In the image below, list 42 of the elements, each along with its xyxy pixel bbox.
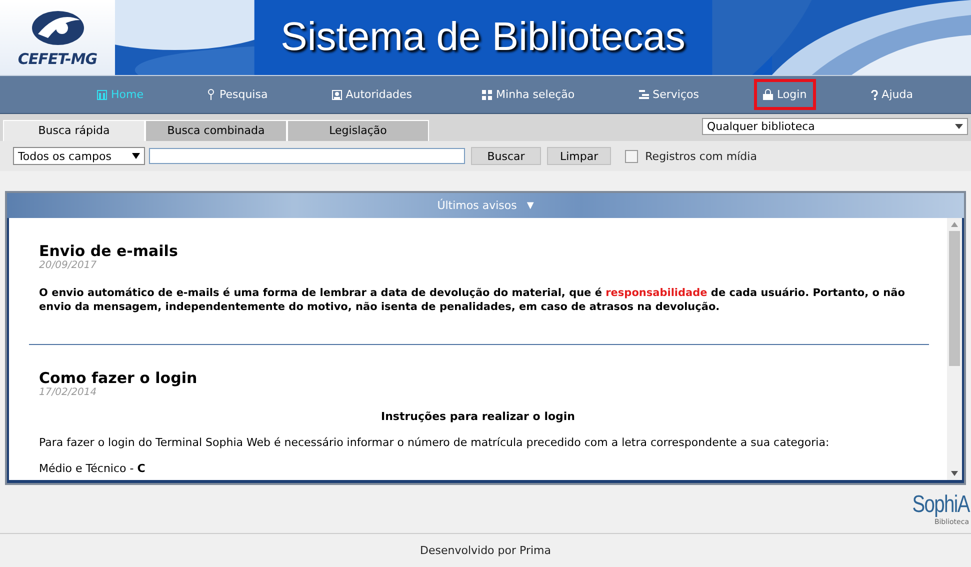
search-tab[interactable]: Busca combinada <box>145 120 287 141</box>
notice-text: Para fazer o login do Terminal Sophia Web é necessário informar o número de matrícula precedido com a letra correspondente a sua categoria: <box>39 436 830 450</box>
library-dropdown[interactable]: Qualquer biblioteca <box>702 118 968 135</box>
caret-icon <box>955 124 963 129</box>
search-field[interactable] <box>149 148 465 164</box>
nav-link[interactable]: Minha seleção <box>473 79 584 110</box>
grid-icon <box>482 90 492 100</box>
nav-link[interactable]: Login <box>754 79 816 110</box>
notice-text: Médio e Técnico - C <box>39 462 146 476</box>
collapse-toggle[interactable]: ▼ <box>526 200 534 210</box>
scroll-up-icon[interactable] <box>951 222 958 227</box>
nav-link[interactable]: Ajuda <box>862 79 922 110</box>
home-icon <box>97 90 107 100</box>
nav-link[interactable]: Serviços <box>630 79 708 110</box>
footer-text: Desenvolvido por Prima <box>420 544 551 557</box>
scrollbar[interactable] <box>947 218 962 480</box>
person-icon <box>332 90 342 100</box>
pin-icon <box>207 89 216 100</box>
checkbox-label: Registros com mídia <box>645 150 757 162</box>
nav-link[interactable]: Pesquisa <box>198 79 277 110</box>
search-button[interactable]: Limpar <box>547 147 612 165</box>
logo-text: CEFET-MG <box>18 50 98 68</box>
field-dropdown[interactable]: Todos os campos <box>13 147 145 165</box>
list-icon <box>638 90 649 99</box>
notice-date: 17/02/2014 <box>39 387 98 398</box>
search-tab[interactable]: Busca rápida <box>3 120 145 141</box>
site-title: Sistema de Bibliotecas <box>280 15 686 60</box>
scroll-down-icon[interactable] <box>951 471 958 476</box>
lock-icon <box>762 89 773 100</box>
nav-link[interactable]: Autoridades <box>322 79 422 110</box>
caret-icon <box>132 153 140 159</box>
search-button[interactable]: Buscar <box>471 147 541 165</box>
panel-title: Últimos avisos <box>437 199 517 212</box>
nav-link[interactable]: Home <box>88 79 152 110</box>
media-checkbox[interactable] <box>625 150 638 162</box>
search-tab[interactable]: Legislação <box>287 120 429 141</box>
notice-text: Instruções para realizar o login <box>380 410 576 424</box>
help-icon <box>870 90 878 100</box>
notice-title: Envio de e-mails <box>39 242 179 260</box>
notice-title: Como fazer o login <box>39 369 198 387</box>
notice-text: O envio automático de e-mails é uma forma de lembrar a data de devolução do material, que é responsabilidade de cada usuário. Portanto, o não envio da mensagem, independentemente do motivo, não isenta de penalidades, em caso de atrasos na devolução. <box>39 286 906 314</box>
notice-date: 20/09/2017 <box>39 260 98 271</box>
